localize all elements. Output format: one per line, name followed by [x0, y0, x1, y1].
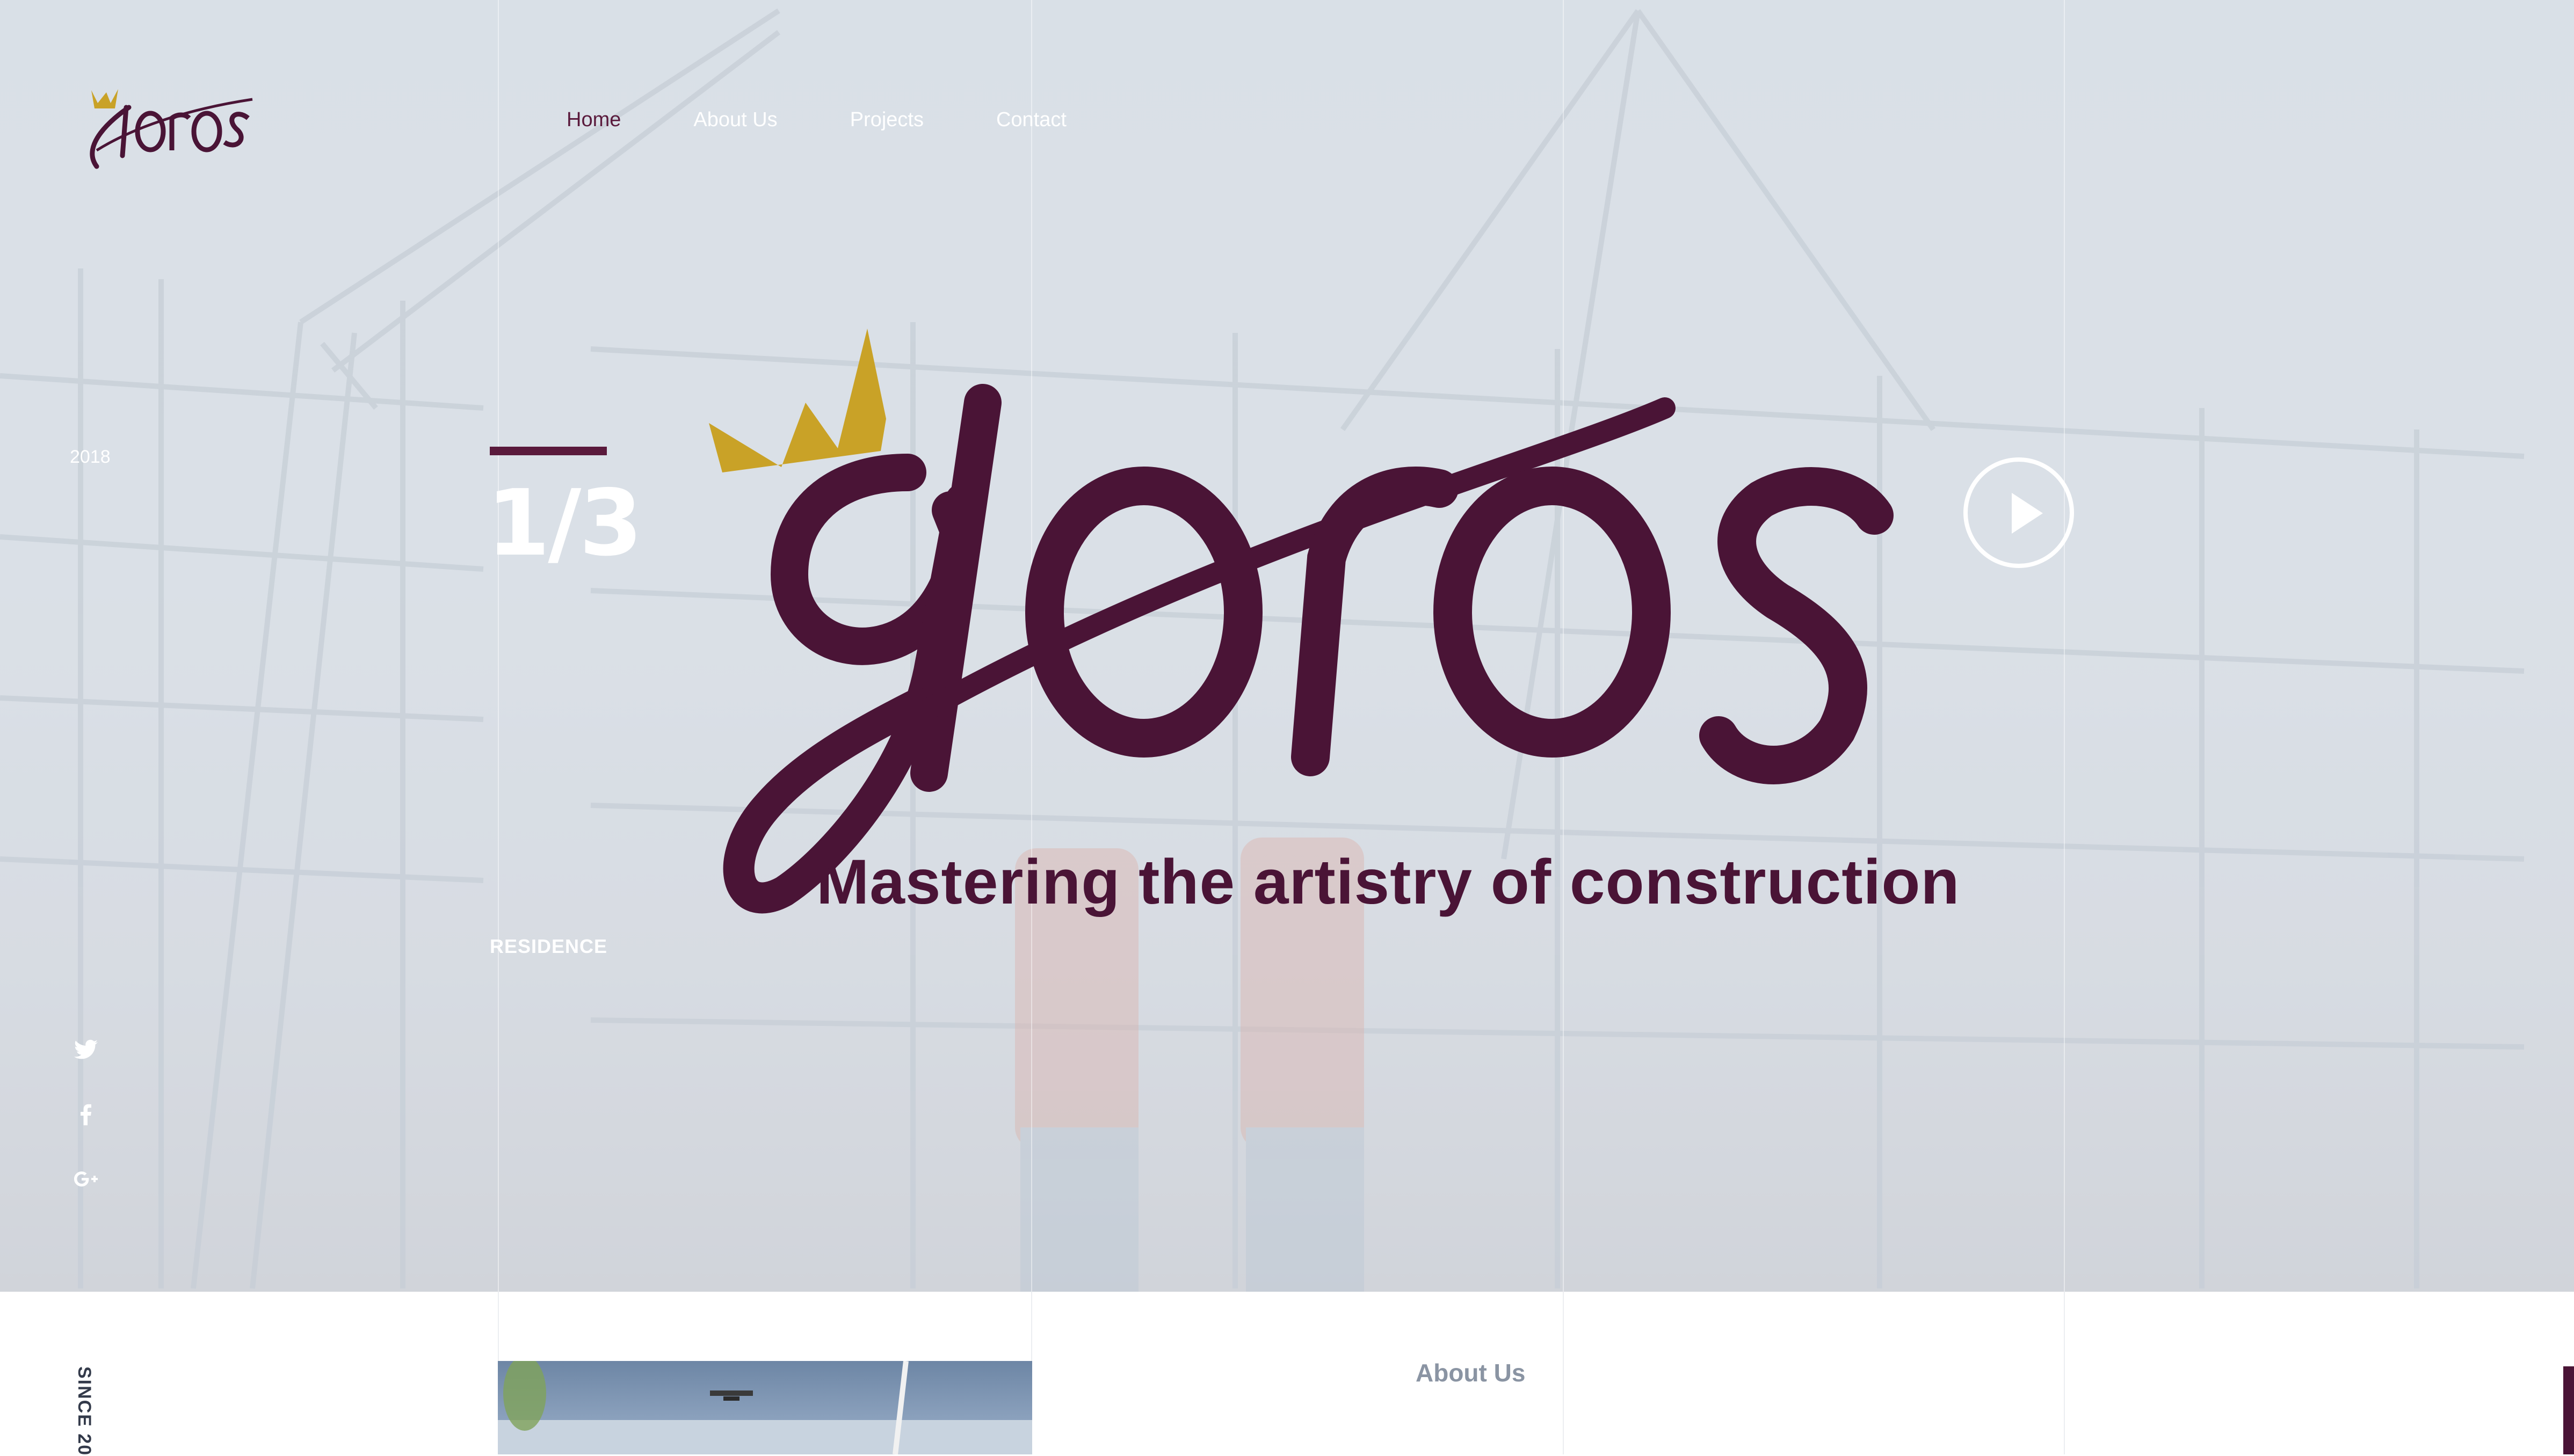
play-icon — [2012, 493, 2043, 534]
main-nav: Home About Us Projects Contact — [567, 108, 1139, 132]
play-video-button[interactable] — [1963, 457, 2074, 568]
about-image — [498, 1361, 1032, 1454]
hero-section: Home About Us Projects Contact 2018 1/3 … — [0, 0, 2574, 1292]
slide-indicator-bar — [490, 447, 607, 455]
since-label: SINCE 20 — [74, 1366, 95, 1456]
drone-illustration — [498, 1361, 1032, 1454]
grid-line — [2064, 1292, 2065, 1454]
about-heading: About Us — [1416, 1359, 1526, 1387]
grid-line — [498, 0, 499, 1292]
accent-bar — [2563, 1366, 2574, 1454]
facebook-icon[interactable] — [70, 1098, 102, 1131]
google-plus-icon[interactable] — [70, 1163, 102, 1195]
hero-year: 2018 — [70, 447, 111, 467]
nav-projects[interactable]: Projects — [850, 108, 924, 132]
nav-home[interactable]: Home — [567, 108, 621, 132]
brand-tagline: Mastering the artistry of construction — [816, 847, 1960, 918]
nav-contact[interactable]: Contact — [996, 108, 1067, 132]
slide-category[interactable]: RESIDENCE — [490, 935, 607, 958]
header-logo[interactable] — [75, 75, 258, 172]
twitter-icon[interactable] — [70, 1034, 102, 1066]
grid-line — [1563, 1292, 1564, 1454]
slide-counter: 1/3 — [487, 470, 643, 577]
nav-about-us[interactable]: About Us — [693, 108, 777, 132]
grid-line — [2064, 0, 2065, 1292]
